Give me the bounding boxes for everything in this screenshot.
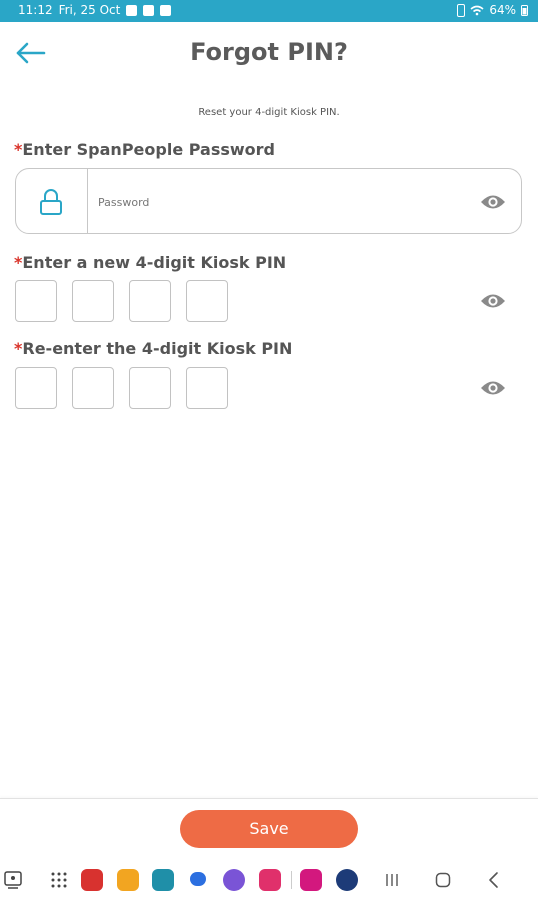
notification-icon [143, 4, 155, 16]
new-pin-label-text: Enter a new 4-digit Kiosk PIN [22, 253, 287, 272]
show-confirm-pin-eye-icon[interactable] [480, 379, 506, 397]
apps-grid-icon[interactable] [50, 871, 68, 889]
password-label: *Enter SpanPeople Password [14, 140, 275, 159]
battery-icon [521, 5, 528, 16]
app-pink-icon[interactable] [259, 869, 281, 891]
password-label-text: Enter SpanPeople Password [22, 140, 276, 159]
gallery-notification-icon [126, 4, 138, 16]
page-subtitle: Reset your 4-digit Kiosk PIN. [198, 107, 340, 118]
confirm-pin-digit-3[interactable] [129, 367, 171, 409]
calendar-app-icon[interactable] [152, 869, 174, 891]
back-nav-icon[interactable] [486, 871, 502, 889]
new-pin-digit-3[interactable] [129, 280, 171, 322]
confirm-pin-digit-4[interactable] [186, 367, 228, 409]
confirm-pin-label: *Re-enter the 4-digit Kiosk PIN [14, 339, 292, 358]
confirm-pin-digit-2[interactable] [72, 367, 114, 409]
recents-nav-icon[interactable] [383, 872, 401, 888]
new-pin-label: *Enter a new 4-digit Kiosk PIN [14, 253, 286, 272]
settings-app-icon[interactable] [336, 869, 358, 891]
check-notification-icon [160, 4, 172, 16]
password-field[interactable] [15, 168, 522, 234]
wifi-icon [470, 5, 484, 15]
lock-icon [40, 189, 62, 215]
password-input[interactable] [96, 189, 460, 215]
status-date: Fri, 25 Oct [58, 3, 121, 17]
app-magenta-icon[interactable] [300, 869, 322, 891]
save-button[interactable]: Save [180, 810, 358, 848]
app-purple-icon[interactable] [223, 869, 245, 891]
recent-screen-icon[interactable] [3, 870, 23, 890]
status-time: 11:12 [18, 3, 53, 17]
field-divider [87, 169, 88, 233]
dock-divider [291, 871, 292, 889]
page-title: Forgot PIN? [190, 38, 348, 66]
files-app-icon[interactable] [117, 869, 139, 891]
new-pin-digit-1[interactable] [15, 280, 57, 322]
new-pin-digit-2[interactable] [72, 280, 114, 322]
new-pin-digit-4[interactable] [186, 280, 228, 322]
confirm-pin-digit-1[interactable] [15, 367, 57, 409]
confirm-pin-label-text: Re-enter the 4-digit Kiosk PIN [22, 339, 293, 358]
home-nav-icon[interactable] [434, 871, 452, 889]
app-red-icon[interactable] [81, 869, 103, 891]
battery-saver-icon [457, 3, 466, 17]
show-password-eye-icon[interactable] [480, 193, 506, 211]
battery-level: 64% [489, 3, 516, 17]
show-new-pin-eye-icon[interactable] [480, 292, 506, 310]
messages-app-icon[interactable] [190, 872, 206, 886]
status-bar: 11:12 Fri, 25 Oct 64% [0, 0, 538, 22]
